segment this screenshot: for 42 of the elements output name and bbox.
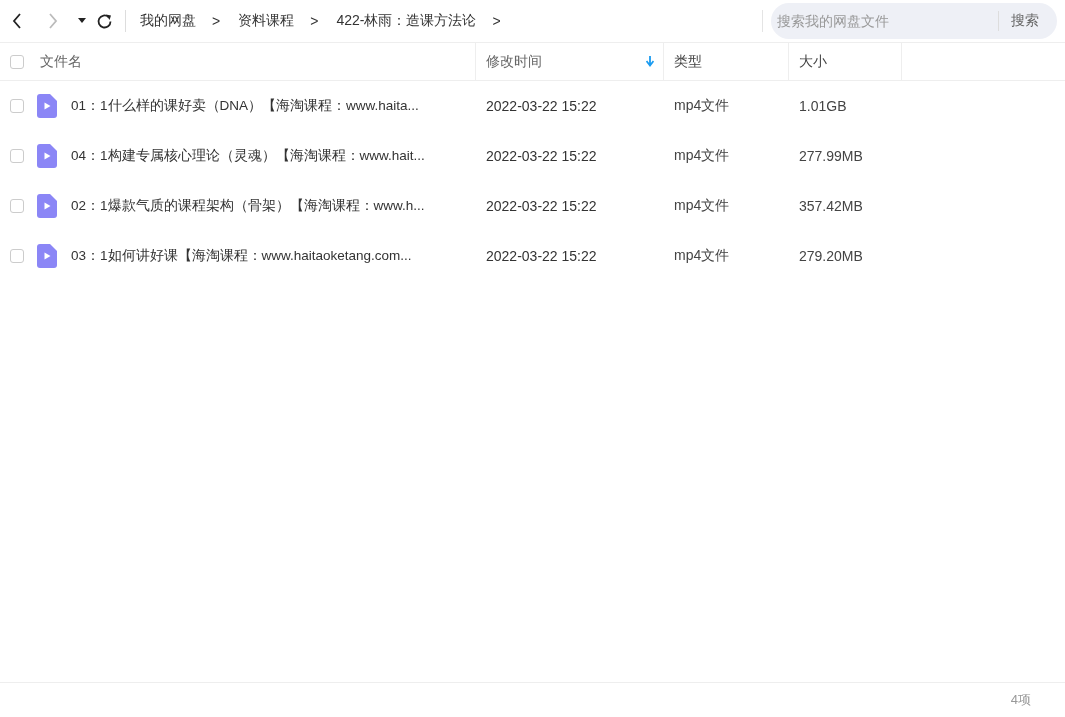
- search-button[interactable]: 搜索: [999, 12, 1057, 30]
- modified-time: 2022-03-22 15:22: [486, 148, 597, 164]
- column-header[interactable]: 文件名: [32, 43, 476, 80]
- video-file-icon: [37, 144, 57, 168]
- column-header[interactable]: 大小: [789, 43, 902, 80]
- breadcrumb-link[interactable]: 我的网盘: [140, 12, 196, 30]
- search-field[interactable]: 搜索我的网盘文件 搜索: [771, 3, 1057, 39]
- modified-time: 2022-03-22 15:22: [486, 98, 597, 114]
- file-name[interactable]: 02：1爆款气质的课程架构（骨架）【海淘课程：www.h...: [71, 197, 425, 215]
- file-name[interactable]: 03：1如何讲好课【海淘课程：www.haitaoketang.com...: [71, 247, 412, 265]
- column-header[interactable]: 类型: [664, 43, 789, 80]
- file-size: 1.01GB: [799, 98, 847, 114]
- file-size: 357.42MB: [799, 198, 863, 214]
- file-type: mp4文件: [674, 97, 730, 115]
- breadcrumb-link[interactable]: 422-林雨：造课方法论: [336, 12, 477, 30]
- breadcrumb-separator: >: [492, 13, 501, 29]
- sort-down-icon: [646, 56, 654, 67]
- column-header[interactable]: 修改时间: [476, 43, 664, 80]
- chevron-left-icon[interactable]: [12, 13, 22, 29]
- video-file-icon: [37, 94, 57, 118]
- file-size: 277.99MB: [799, 148, 863, 164]
- file-type: mp4文件: [674, 197, 730, 215]
- row-checkbox[interactable]: [10, 249, 24, 263]
- row-checkbox[interactable]: [10, 199, 24, 213]
- item-count: 4项: [1010, 691, 1031, 709]
- video-file-icon: [37, 244, 57, 268]
- file-size: 279.20MB: [799, 248, 863, 264]
- dropdown-caret-icon[interactable]: [78, 18, 86, 24]
- modified-time: 2022-03-22 15:22: [486, 198, 597, 214]
- file-type: mp4文件: [674, 247, 730, 265]
- select-all-checkbox[interactable]: [10, 54, 24, 69]
- file-type: mp4文件: [674, 147, 730, 165]
- row-checkbox[interactable]: [10, 149, 24, 163]
- breadcrumb-link[interactable]: 资料课程: [238, 12, 295, 30]
- file-name[interactable]: 01：1什么样的课好卖（DNA）【海淘课程：www.haita...: [71, 97, 419, 115]
- refresh-icon[interactable]: [96, 12, 113, 30]
- video-file-icon: [37, 194, 57, 218]
- modified-time: 2022-03-22 15:22: [486, 248, 597, 264]
- row-checkbox[interactable]: [10, 99, 24, 113]
- breadcrumb-separator: >: [212, 13, 221, 29]
- breadcrumb-separator: >: [310, 13, 319, 29]
- file-name[interactable]: 04：1构建专属核心理论（灵魂）【海淘课程：www.hait...: [71, 147, 425, 165]
